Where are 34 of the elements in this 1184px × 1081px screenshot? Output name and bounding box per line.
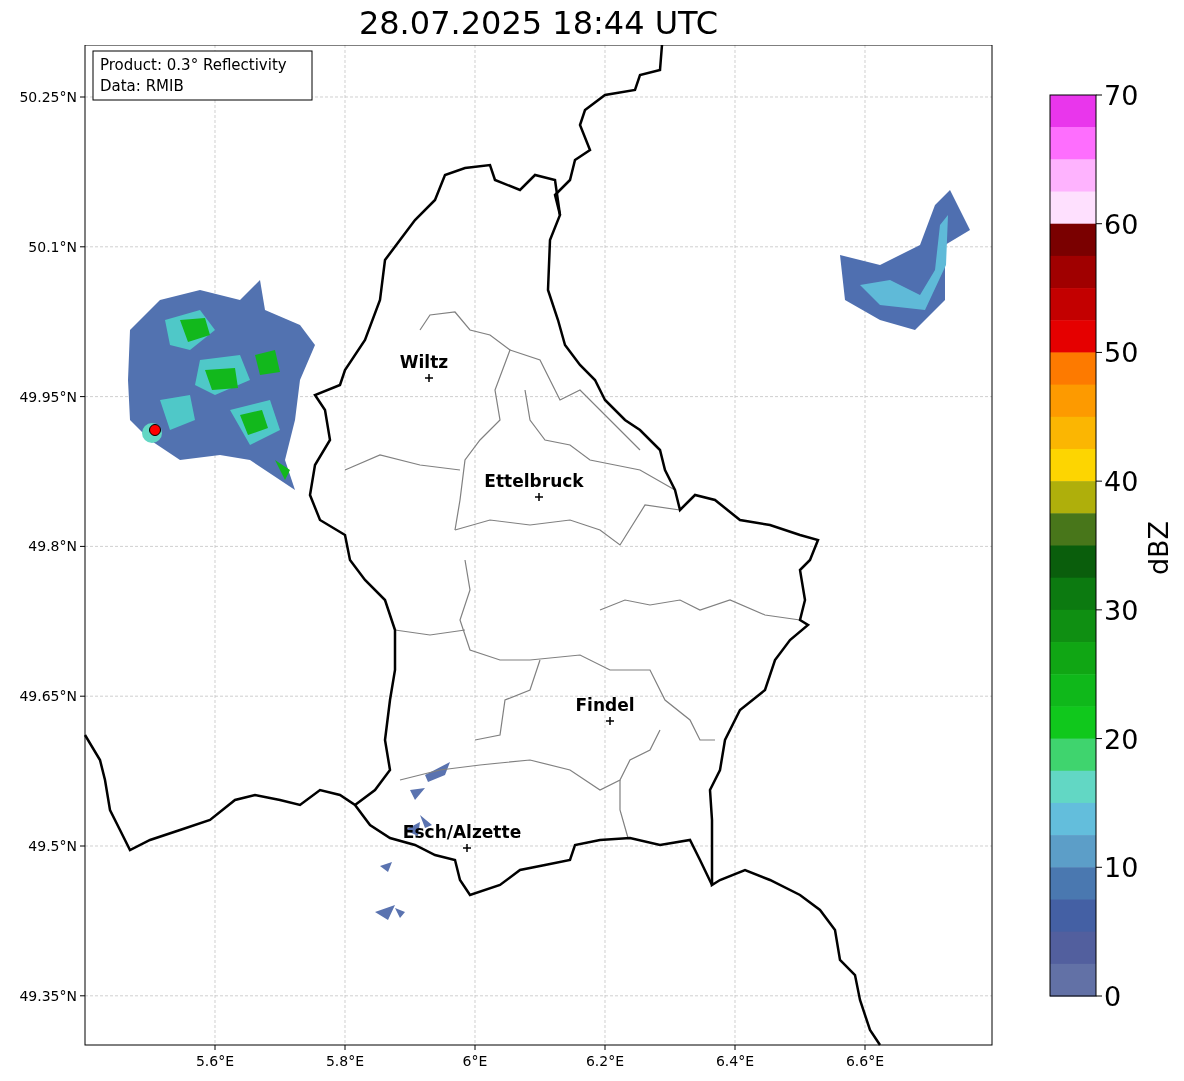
city-marker <box>605 716 615 726</box>
colorbar-tick-label: 60 <box>1104 208 1139 240</box>
axis-tick-label: 5.6°E <box>195 1053 235 1069</box>
city-marker <box>462 843 472 853</box>
info-text: Data: RMIB <box>100 77 184 95</box>
axis-tick-label: 6°E <box>462 1053 488 1069</box>
city-label: Wiltz <box>399 352 449 372</box>
colorbar-tick-label: 70 <box>1104 80 1139 111</box>
city-label: Ettelbruck <box>484 471 584 491</box>
axis-tick-label: 49.95°N <box>19 388 77 405</box>
colorbar-tick-label: 50 <box>1104 337 1139 369</box>
colorbar-tick-label: 30 <box>1104 594 1139 626</box>
axis-tick-label: 49.8°N <box>28 538 77 555</box>
axis-tick-label: 50.25°N <box>19 89 77 105</box>
colorbar-tick-label: 10 <box>1104 852 1139 884</box>
city-marker <box>424 373 434 383</box>
radar-site-marker <box>149 424 161 436</box>
axis-tick-label: 49.35°N <box>19 987 77 1004</box>
colorbar-tick-label: 40 <box>1104 466 1139 498</box>
axis-tick-label: 49.65°N <box>19 688 77 705</box>
info-text: Product: 0.3° Reflectivity <box>100 56 287 74</box>
colorbar-label: dBZ <box>1143 520 1174 576</box>
colorbar-tick-label: 0 <box>1104 981 1122 1012</box>
axis-tick-label: 6.4°E <box>715 1053 755 1069</box>
colorbar-tick-label: 20 <box>1104 723 1139 755</box>
axis-tick-label: 49.5°N <box>28 838 77 854</box>
axis-tick-label: 5.8°E <box>325 1053 365 1069</box>
city-marker <box>534 492 544 502</box>
axis-tick-label: 6.2°E <box>585 1053 625 1069</box>
chart-title: 28.07.2025 18:44 UTC <box>358 6 719 39</box>
city-label: Findel <box>575 695 635 715</box>
city-label: Esch/Alzette <box>402 822 522 842</box>
axis-tick-label: 6.6°E <box>845 1053 885 1069</box>
axis-tick-label: 50.1°N <box>28 238 77 255</box>
